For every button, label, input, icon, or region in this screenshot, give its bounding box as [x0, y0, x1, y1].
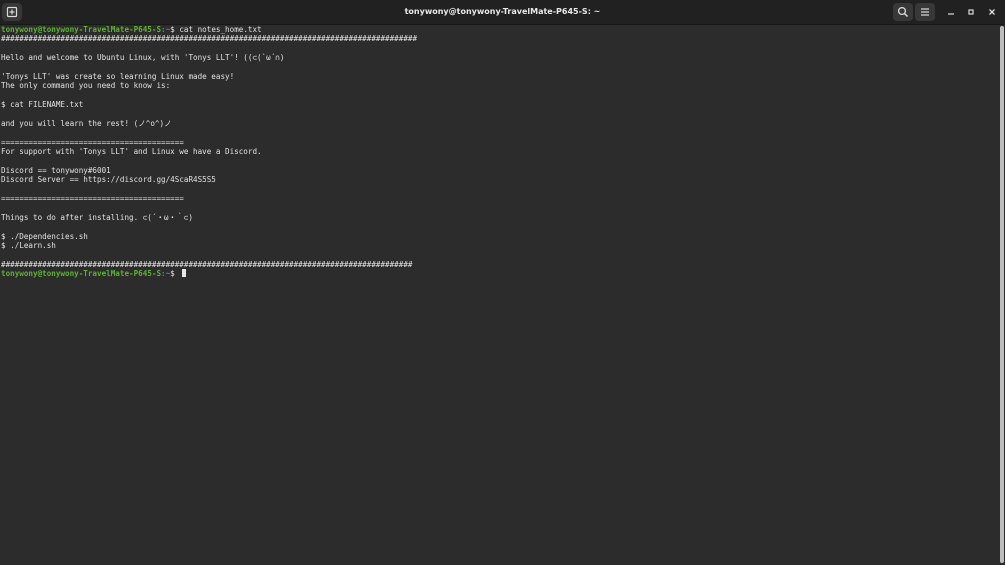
output-line: For support with 'Tonys LLT' and Linux w… — [1, 147, 262, 157]
command-text: cat notes_home.txt — [179, 25, 262, 34]
current-prompt-line[interactable]: tonywony@tonywony-TravelMate-P645-S:~$ — [0, 269, 998, 278]
output-line: Discord == tonywony#6001 — [1, 165, 111, 175]
prompt-path: :~ — [161, 269, 171, 279]
command-line: tonywony@tonywony-TravelMate-P645-S:~$ c… — [0, 25, 998, 34]
output-line: Things to do after installing. ⊂(´・ω・｀⊂) — [1, 212, 193, 222]
close-icon — [989, 9, 995, 15]
output-line: ======================================== — [1, 137, 184, 147]
search-icon — [897, 6, 909, 18]
output-line: Hello and welcome to Ubuntu Linux, with … — [1, 53, 285, 63]
minimize-icon — [948, 13, 954, 15]
output-line: ======================================== — [1, 194, 184, 204]
menu-button[interactable] — [915, 3, 935, 21]
title-bar[interactable]: tonywony@tonywony-TravelMate-P645-S: ~ — [0, 0, 1005, 25]
maximize-button[interactable] — [963, 4, 979, 20]
output-line: The only command you need to know is: — [1, 81, 171, 91]
scrollbar[interactable] — [1000, 26, 1004, 563]
output-line: Discord Server == https://discord.gg/4Sc… — [1, 175, 216, 185]
output-line: $ ./Dependencies.sh — [1, 231, 88, 241]
search-button[interactable] — [893, 3, 913, 21]
terminal-window: tonywony@tonywony-TravelMate-P645-S: ~ t… — [0, 0, 1005, 565]
maximize-icon — [968, 9, 974, 15]
output-line: and you will learn the rest! (ノ^o^)ノ — [1, 118, 172, 128]
minimize-button[interactable] — [943, 4, 959, 20]
output-line: $ ./Learn.sh — [1, 240, 56, 250]
prompt-path: :~ — [161, 25, 171, 34]
prompt-symbol: $ — [170, 25, 180, 34]
window-title: tonywony@tonywony-TravelMate-P645-S: ~ — [404, 7, 601, 16]
output-line: ########################################… — [1, 34, 418, 44]
close-button[interactable] — [984, 4, 1000, 20]
output-line: ########################################… — [1, 259, 413, 269]
prompt-user: tonywony@tonywony-TravelMate-P645-S — [1, 25, 162, 34]
prompt-symbol: $ — [170, 269, 180, 279]
hamburger-menu-icon — [921, 8, 929, 16]
terminal-area[interactable]: tonywony@tonywony-TravelMate-P645-S:~$ c… — [0, 25, 998, 565]
prompt-user: tonywony@tonywony-TravelMate-P645-S — [1, 269, 162, 279]
text-cursor — [182, 269, 187, 278]
output-line: $ cat FILENAME.txt — [1, 100, 84, 110]
output-line: 'Tonys LLT' was create so learning Linux… — [1, 71, 235, 81]
command-output: ########################################… — [0, 34, 998, 269]
